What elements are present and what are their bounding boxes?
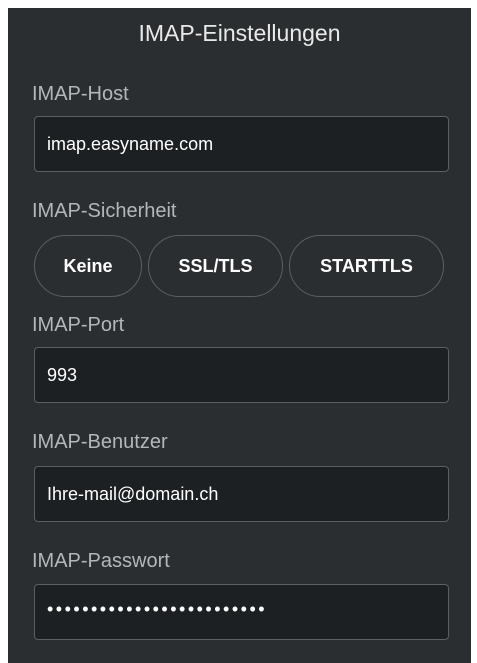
imap-password-masked-value: ••••••••••••••••••••••••• — [47, 599, 268, 619]
imap-port-input[interactable]: 993 — [34, 347, 449, 403]
imap-host-label: IMAP-Host — [32, 83, 129, 105]
imap-port-label: IMAP-Port — [32, 314, 125, 336]
imap-host-input[interactable]: imap.easyname.com — [34, 116, 449, 172]
imap-password-input[interactable]: ••••••••••••••••••••••••• — [34, 584, 449, 640]
imap-password-label: IMAP-Passwort — [32, 550, 170, 572]
imap-settings-panel: IMAP-Einstellungen IMAP-Host imap.easyna… — [8, 8, 471, 663]
imap-port-value: 993 — [47, 365, 78, 385]
security-option-none[interactable]: Keine — [34, 235, 142, 297]
imap-user-label: IMAP-Benutzer — [32, 431, 168, 453]
security-option-ssl-tls[interactable]: SSL/TLS — [148, 235, 283, 297]
security-option-starttls[interactable]: STARTTLS — [289, 235, 444, 297]
imap-host-value: imap.easyname.com — [47, 134, 214, 154]
panel-title: IMAP-Einstellungen — [138, 20, 341, 46]
imap-security-label: IMAP-Sicherheit — [32, 200, 177, 222]
imap-user-input[interactable]: Ihre-mail@domain.ch — [34, 466, 449, 522]
imap-user-value: Ihre-mail@domain.ch — [47, 484, 219, 504]
